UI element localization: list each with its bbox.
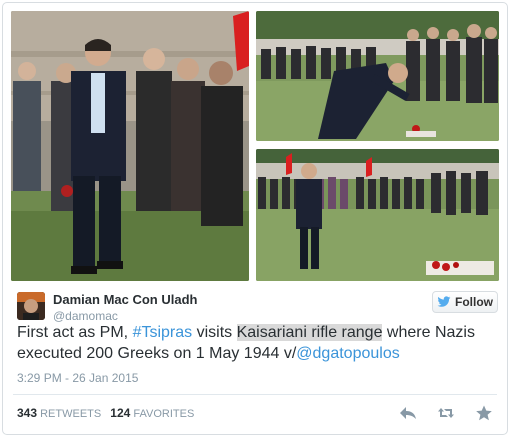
favorites-label: FAVORITES <box>133 408 195 420</box>
tweet-card: Damian Mac Con Uladh @damomac Follow Fir… <box>2 2 508 435</box>
hashtag-link[interactable]: #Tsipras <box>133 324 193 341</box>
author-handle[interactable]: @damomac <box>53 309 118 323</box>
author-avatar[interactable] <box>17 292 45 320</box>
tweet-stats: 343 RETWEETS 124 FAVORITES <box>17 406 200 420</box>
tweet-text-part2: visits <box>192 324 237 341</box>
follow-label: Follow <box>455 295 493 309</box>
tweet-photo-2[interactable] <box>256 11 499 141</box>
follow-button[interactable]: Follow <box>432 291 498 313</box>
retweet-icon[interactable] <box>437 405 455 421</box>
favorites-count: 124 <box>110 406 131 420</box>
highlighted-text: Kaisariani rifle range <box>236 324 383 341</box>
favorites-stat[interactable]: 124 FAVORITES <box>110 406 195 420</box>
tweet-actions <box>399 405 493 421</box>
tweet-text-part1: First act as PM, <box>17 324 133 341</box>
tweet-timestamp[interactable]: 3:29 PM - 26 Jan 2015 <box>17 371 138 385</box>
tweet-media-grid <box>11 11 499 283</box>
reply-icon[interactable] <box>399 405 417 421</box>
author-name[interactable]: Damian Mac Con Uladh <box>53 292 197 307</box>
tweet-photo-1[interactable] <box>11 11 249 281</box>
retweets-label: RETWEETS <box>40 408 102 420</box>
tweet-photo-3[interactable] <box>256 149 499 281</box>
twitter-bird-icon <box>437 296 451 307</box>
tweet-text: First act as PM, #Tsipras visits Kaisari… <box>17 322 497 364</box>
retweets-count: 343 <box>17 406 38 420</box>
favorite-star-icon[interactable] <box>475 405 493 421</box>
retweets-stat[interactable]: 343 RETWEETS <box>17 406 102 420</box>
divider <box>13 394 497 395</box>
mention-link[interactable]: @dgatopoulos <box>296 345 399 362</box>
